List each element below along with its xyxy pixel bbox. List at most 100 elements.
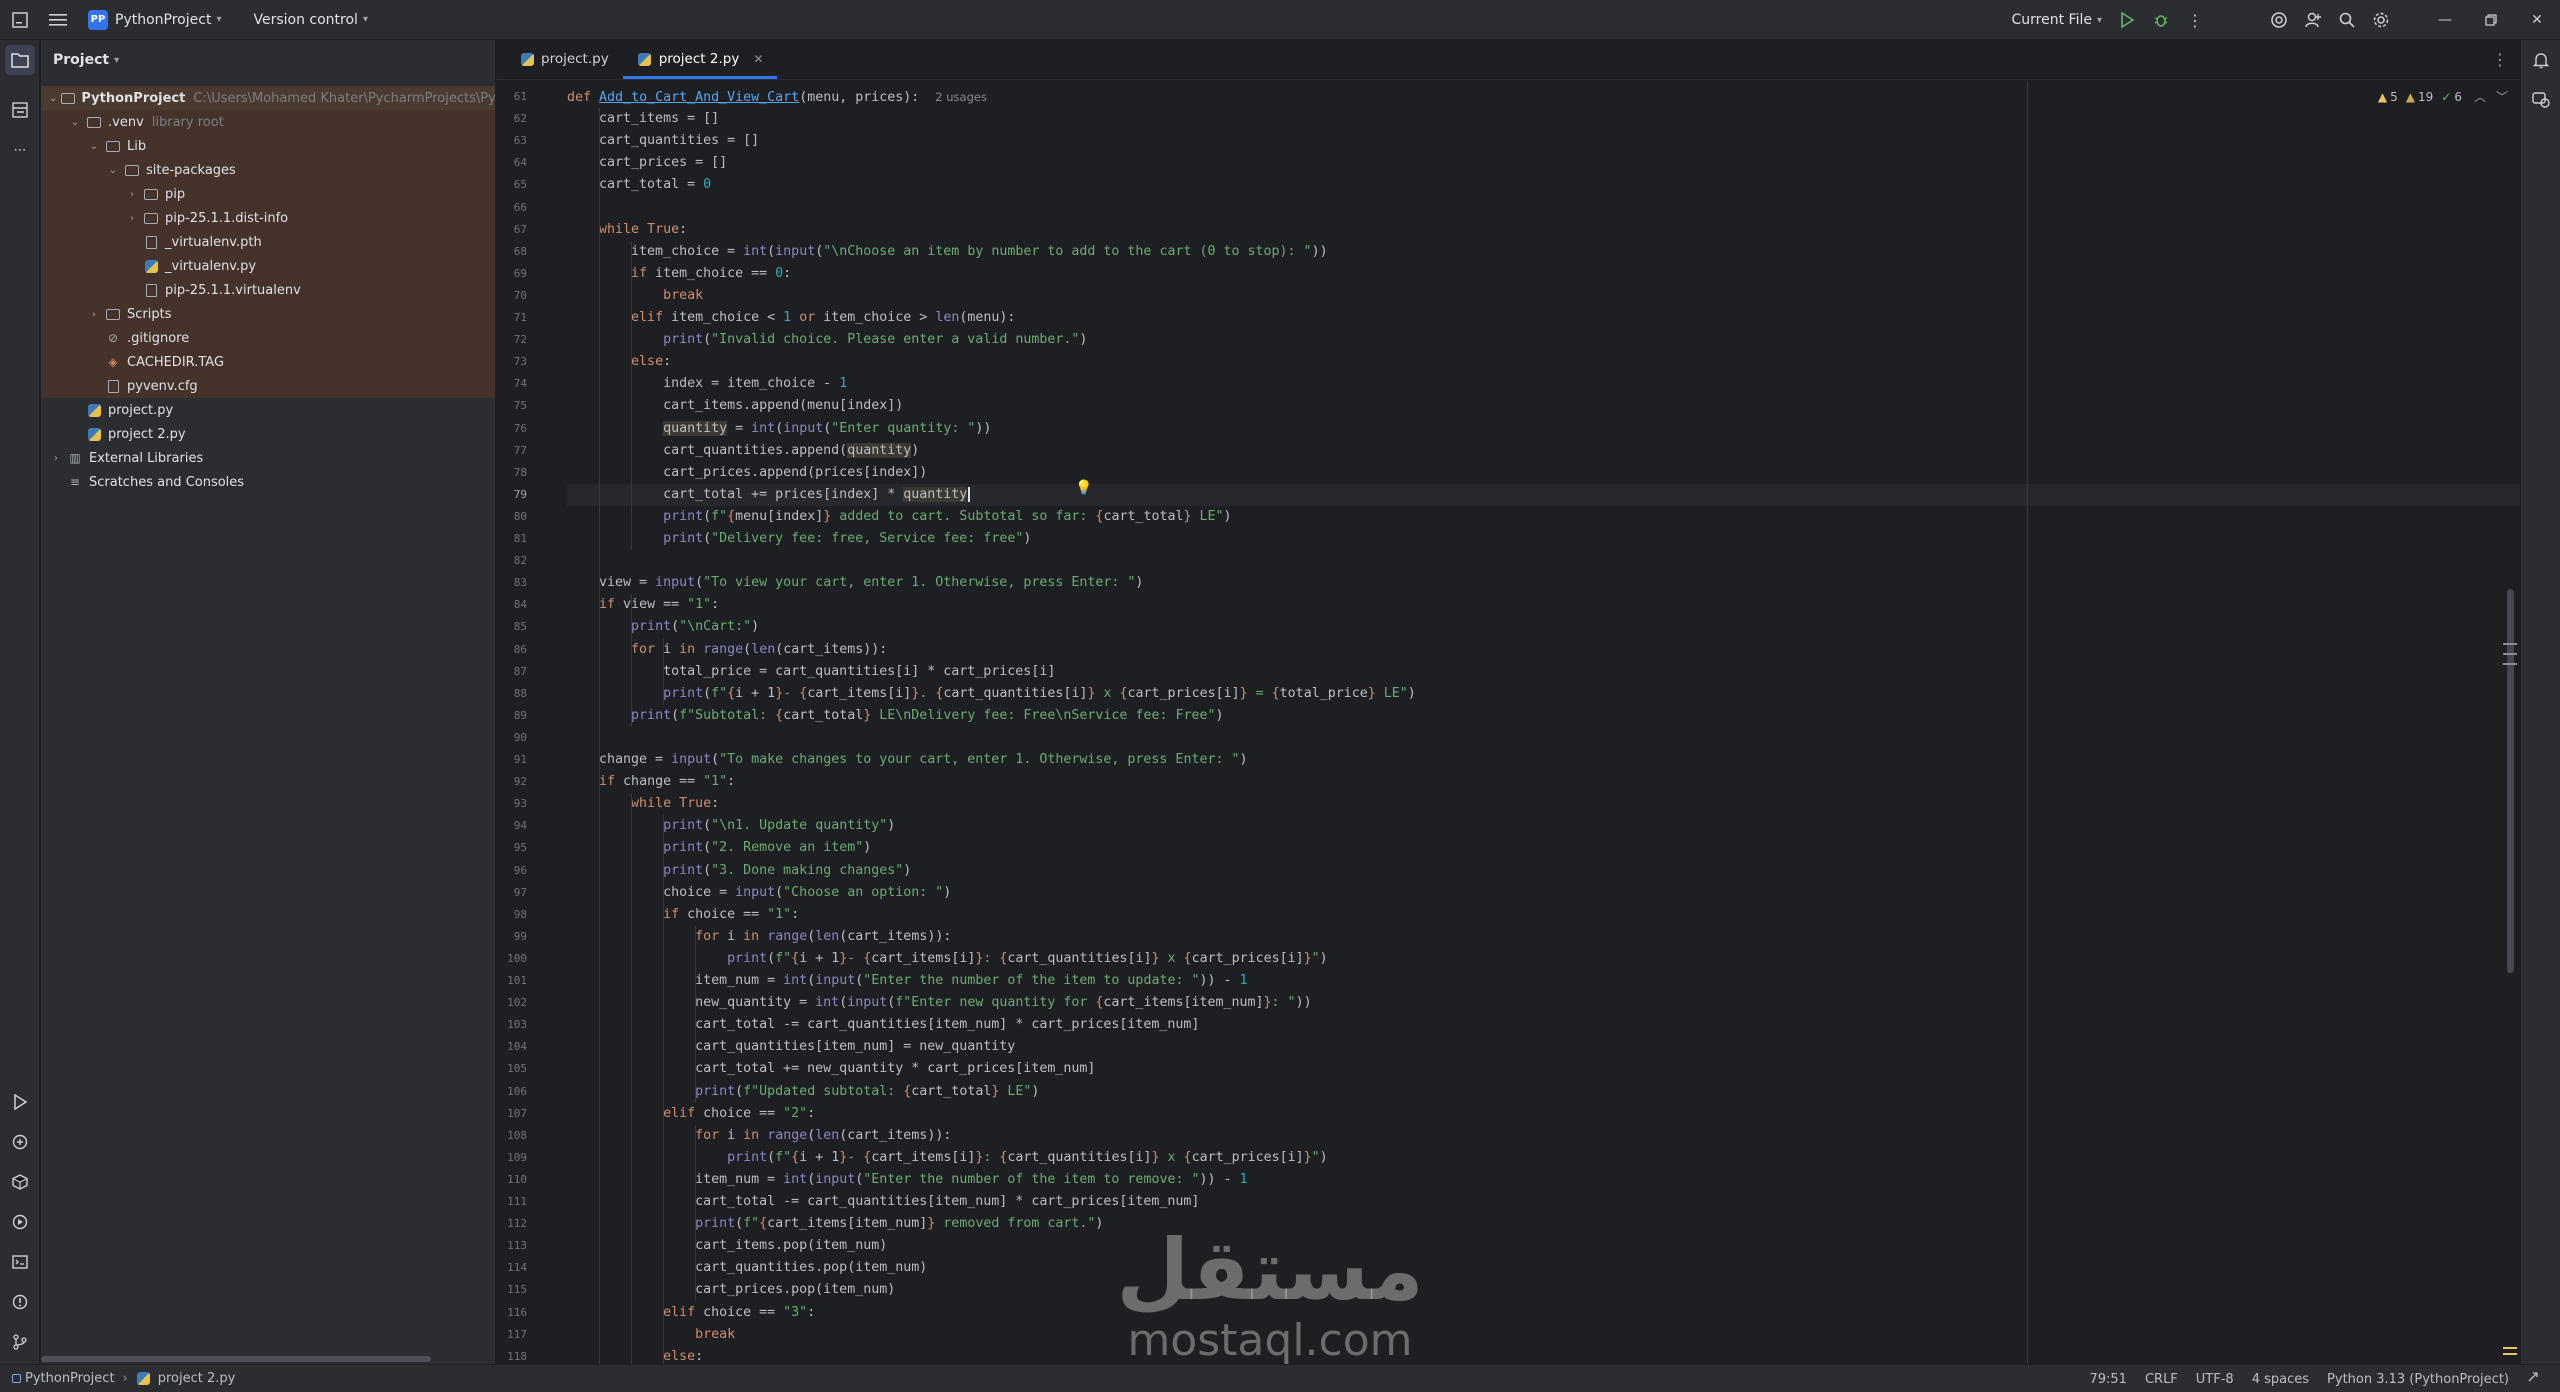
- code-line[interactable]: [567, 727, 2520, 749]
- line-number[interactable]: 107: [497, 1103, 527, 1125]
- code-line[interactable]: cart_total -= cart_quantities[item_num] …: [567, 1014, 2520, 1036]
- code-line[interactable]: cart_total = 0: [567, 174, 2520, 196]
- run-icon[interactable]: [2110, 3, 2144, 37]
- code-line[interactable]: cart_items.pop(item_num): [567, 1235, 2520, 1257]
- code-editor[interactable]: 61 62 63 64 65 66 67 68 69 70 71 72 73 74 75 76 77 78 79 80…: [497, 81, 2520, 1364]
- code-line[interactable]: index = item_choice - 1: [567, 373, 2520, 395]
- line-separator[interactable]: CRLF: [2136, 1372, 2187, 1387]
- line-number[interactable]: 61: [497, 86, 527, 108]
- problems-icon[interactable]: [5, 1287, 35, 1317]
- tree-item[interactable]: _virtualenv.pth: [41, 230, 495, 254]
- line-number[interactable]: 69: [497, 263, 527, 285]
- code-line[interactable]: print("\nCart:"): [567, 616, 2520, 638]
- code-line[interactable]: for i in range(len(cart_items)):: [567, 926, 2520, 948]
- code-line[interactable]: print(f"{i + 1}- {cart_items[i]}. {cart_…: [567, 683, 2520, 705]
- line-number[interactable]: 68: [497, 241, 527, 263]
- code-line[interactable]: cart_total -= cart_quantities[item_num] …: [567, 1191, 2520, 1213]
- line-number[interactable]: 62: [497, 108, 527, 130]
- breadcrumb-project[interactable]: PythonProject: [25, 1371, 115, 1386]
- chevron-right-icon[interactable]: ›: [125, 189, 139, 200]
- line-number[interactable]: 112: [497, 1213, 527, 1235]
- run-config-selector[interactable]: Current File ▾: [2004, 5, 2111, 35]
- lock-icon[interactable]: [2518, 1371, 2548, 1387]
- line-number[interactable]: 109: [497, 1147, 527, 1169]
- code-line[interactable]: choice = input("Choose an option: "): [567, 882, 2520, 904]
- line-number[interactable]: 85: [497, 616, 527, 638]
- line-number[interactable]: 80: [497, 506, 527, 528]
- chevron-down-icon[interactable]: ⌄: [106, 165, 120, 176]
- code-line[interactable]: if choice == "1":: [567, 904, 2520, 926]
- code-line[interactable]: while True:: [567, 793, 2520, 815]
- line-number[interactable]: 117: [497, 1324, 527, 1346]
- notifications-icon[interactable]: [2526, 45, 2556, 75]
- code-line[interactable]: item_choice = int(input("\nChoose an ite…: [567, 241, 2520, 263]
- lightbulb-icon[interactable]: 💡: [1075, 477, 1092, 499]
- more-actions-icon[interactable]: ⋮: [2178, 3, 2212, 37]
- code-line[interactable]: item_num = int(input("Enter the number o…: [567, 1169, 2520, 1191]
- code-line[interactable]: total_price = cart_quantities[i] * cart_…: [567, 661, 2520, 683]
- tree-item[interactable]: ◈ CACHEDIR.TAG: [41, 350, 495, 374]
- line-number[interactable]: 103: [497, 1014, 527, 1036]
- code-line[interactable]: if item_choice == 0:: [567, 263, 2520, 285]
- line-number[interactable]: 75: [497, 395, 527, 417]
- services-icon[interactable]: [5, 1207, 35, 1237]
- code-line[interactable]: while True:: [567, 219, 2520, 241]
- breadcrumb-file[interactable]: project 2.py: [158, 1371, 236, 1386]
- line-number[interactable]: 97: [497, 882, 527, 904]
- app-logo-icon[interactable]: [0, 0, 40, 40]
- code-line[interactable]: elif choice == "3":: [567, 1302, 2520, 1324]
- line-number[interactable]: 67: [497, 219, 527, 241]
- tree-item[interactable]: ≡ Scratches and Consoles: [41, 470, 495, 494]
- minimize-window-icon[interactable]: —: [2422, 0, 2468, 40]
- code-line[interactable]: new_quantity = int(input(f"Enter new qua…: [567, 992, 2520, 1014]
- line-number[interactable]: 77: [497, 440, 527, 462]
- line-number[interactable]: 91: [497, 749, 527, 771]
- code-line[interactable]: break: [567, 285, 2520, 307]
- line-number[interactable]: 73: [497, 351, 527, 373]
- project-widget[interactable]: PP PythonProject ▾: [80, 5, 229, 35]
- line-number-gutter[interactable]: 61 62 63 64 65 66 67 68 69 70 71 72 73 74 75 76 77 78 79 80…: [497, 81, 567, 1364]
- terminal-icon[interactable]: [5, 1247, 35, 1277]
- code-line[interactable]: [567, 197, 2520, 219]
- code-line[interactable]: print("2. Remove an item"): [567, 837, 2520, 859]
- tree-item[interactable]: ⌄ .venv library root: [41, 110, 495, 134]
- line-number[interactable]: 83: [497, 572, 527, 594]
- code-line[interactable]: def Add_to_Cart_And_View_Cart(menu, pric…: [567, 86, 2520, 108]
- code-line[interactable]: cart_quantities = []: [567, 130, 2520, 152]
- line-number[interactable]: 70: [497, 285, 527, 307]
- code-line[interactable]: cart_total += new_quantity * cart_prices…: [567, 1058, 2520, 1080]
- python-packages-icon[interactable]: [5, 1167, 35, 1197]
- line-number[interactable]: 66: [497, 197, 527, 219]
- line-number[interactable]: 113: [497, 1235, 527, 1257]
- code-line[interactable]: if change == "1":: [567, 771, 2520, 793]
- code-line[interactable]: cart_prices.pop(item_num): [567, 1279, 2520, 1301]
- code-line[interactable]: cart_quantities.append(quantity): [567, 440, 2520, 462]
- code-line[interactable]: cart_total += prices[index] * quantity: [567, 483, 2520, 506]
- line-number[interactable]: 89: [497, 705, 527, 727]
- line-number[interactable]: 76: [497, 418, 527, 440]
- tree-item[interactable]: › pip-25.1.1.dist-info: [41, 206, 495, 230]
- line-number[interactable]: 82: [497, 550, 527, 572]
- more-tools-icon[interactable]: ⋯: [5, 135, 35, 165]
- python-console-icon[interactable]: [5, 1127, 35, 1157]
- debug-icon[interactable]: [2144, 3, 2178, 37]
- line-number[interactable]: 92: [497, 771, 527, 793]
- inspections-widget[interactable]: ▲ 5 ▲ 19 ✓ 6 ︿ ﹀: [2378, 88, 2508, 105]
- code-line[interactable]: print(f"Updated subtotal: {cart_total} L…: [567, 1081, 2520, 1103]
- line-number[interactable]: 118: [497, 1346, 527, 1364]
- chevron-right-icon[interactable]: ›: [49, 453, 63, 464]
- file-encoding[interactable]: UTF-8: [2187, 1372, 2243, 1387]
- line-number[interactable]: 74: [497, 373, 527, 395]
- code-line[interactable]: if view == "1":: [567, 594, 2520, 616]
- horizontal-scrollbar[interactable]: [41, 1356, 431, 1362]
- code-line[interactable]: print(f"{cart_items[item_num]} removed f…: [567, 1213, 2520, 1235]
- close-icon[interactable]: ✕: [753, 52, 763, 66]
- code-line[interactable]: cart_quantities[item_num] = new_quantity: [567, 1036, 2520, 1058]
- line-number[interactable]: 106: [497, 1081, 527, 1103]
- line-number[interactable]: 86: [497, 639, 527, 661]
- code-line[interactable]: print(f"{menu[index]} added to cart. Sub…: [567, 506, 2520, 528]
- code-line[interactable]: else:: [567, 351, 2520, 373]
- gear-icon[interactable]: [2364, 3, 2398, 37]
- line-number[interactable]: 71: [497, 307, 527, 329]
- line-number[interactable]: 116: [497, 1302, 527, 1324]
